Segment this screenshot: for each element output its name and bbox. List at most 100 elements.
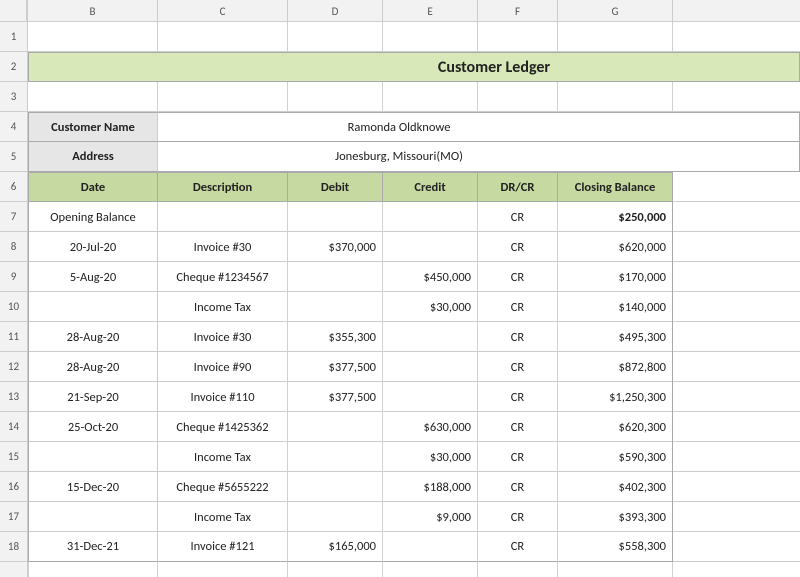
cell-11-drcr: CR bbox=[478, 322, 558, 352]
cell-e1g bbox=[558, 562, 673, 577]
cell-8-debit: $370,000 bbox=[288, 232, 383, 262]
col-headers: B C D E F G bbox=[28, 0, 800, 22]
cell-15-desc: Income Tax bbox=[158, 442, 288, 472]
cell-17-drcr: CR bbox=[478, 502, 558, 532]
cell-12-credit bbox=[383, 352, 478, 382]
row-7: Opening Balance CR $250,000 bbox=[28, 202, 800, 232]
cell-10-date bbox=[28, 292, 158, 322]
row-18: 31-Dec-21 Invoice #121 $165,000 CR $558,… bbox=[28, 532, 800, 562]
row-numbers: 1 2 3 4 5 6 7 8 9 10 11 12 13 14 15 16 1… bbox=[0, 0, 28, 577]
col-header-d: D bbox=[288, 0, 383, 22]
row-17: Income Tax $9,000 CR $393,300 bbox=[28, 502, 800, 532]
cell-2b bbox=[28, 52, 158, 82]
cell-16-credit: $188,000 bbox=[383, 472, 478, 502]
row-num-15: 15 bbox=[0, 442, 27, 472]
row-num-14: 14 bbox=[0, 412, 27, 442]
row-1 bbox=[28, 22, 800, 52]
title-cell: Customer Ledger bbox=[383, 52, 605, 82]
cell-10-credit: $30,000 bbox=[383, 292, 478, 322]
cell-12-drcr: CR bbox=[478, 352, 558, 382]
cell-9-drcr: CR bbox=[478, 262, 558, 292]
col-header-b: B bbox=[28, 0, 158, 22]
cell-18-debit: $165,000 bbox=[288, 532, 383, 562]
col-header-f: F bbox=[478, 0, 558, 22]
cell-3f bbox=[478, 82, 558, 112]
cell-e1b bbox=[28, 562, 158, 577]
header-debit: Debit bbox=[288, 172, 383, 202]
cell-3b bbox=[28, 82, 158, 112]
cell-3d bbox=[288, 82, 383, 112]
cell-18-credit bbox=[383, 532, 478, 562]
row-num-18: 18 bbox=[0, 532, 27, 562]
row-2: Customer Ledger bbox=[28, 52, 800, 82]
cell-9-debit bbox=[288, 262, 383, 292]
row-16: 15-Dec-20 Cheque #5655222 $188,000 CR $4… bbox=[28, 472, 800, 502]
row-12: 28-Aug-20 Invoice #90 $377,500 CR $872,8… bbox=[28, 352, 800, 382]
spreadsheet-main: B C D E F G Customer Ledger bbox=[28, 0, 800, 577]
cell-11-closing: $495,300 bbox=[558, 322, 673, 352]
cell-3e bbox=[383, 82, 478, 112]
cell-7-credit bbox=[383, 202, 478, 232]
cell-10-closing: $140,000 bbox=[558, 292, 673, 322]
cell-15-credit: $30,000 bbox=[383, 442, 478, 472]
cell-16-debit bbox=[288, 472, 383, 502]
row-4: Customer Name Ramonda Oldknowe bbox=[28, 112, 800, 142]
cell-4e bbox=[510, 112, 605, 142]
col-header-e: E bbox=[383, 0, 478, 22]
spreadsheet-container: 1 2 3 4 5 6 7 8 9 10 11 12 13 14 15 16 1… bbox=[0, 0, 800, 577]
corner-cell bbox=[0, 0, 27, 22]
row-num-4: 4 bbox=[0, 112, 27, 142]
cell-14-debit bbox=[288, 412, 383, 442]
cell-18-date: 31-Dec-21 bbox=[28, 532, 158, 562]
row-num-12: 12 bbox=[0, 352, 27, 382]
cell-18-drcr: CR bbox=[478, 532, 558, 562]
cell-5g bbox=[685, 142, 800, 172]
address-label: Address bbox=[28, 142, 158, 172]
cell-e1d bbox=[288, 562, 383, 577]
cell-8-closing: $620,000 bbox=[558, 232, 673, 262]
customer-name-label: Customer Name bbox=[28, 112, 158, 142]
cell-14-closing: $620,300 bbox=[558, 412, 673, 442]
row-num-16: 16 bbox=[0, 472, 27, 502]
row-13: 21-Sep-20 Invoice #110 $377,500 CR $1,25… bbox=[28, 382, 800, 412]
cell-16-desc: Cheque #5655222 bbox=[158, 472, 288, 502]
cell-15-date bbox=[28, 442, 158, 472]
col-header-c: C bbox=[158, 0, 288, 22]
cell-2c bbox=[158, 52, 288, 82]
row-num-17: 17 bbox=[0, 502, 27, 532]
cell-15-debit bbox=[288, 442, 383, 472]
cell-5c bbox=[158, 142, 288, 172]
cell-16-drcr: CR bbox=[478, 472, 558, 502]
cell-17-date bbox=[28, 502, 158, 532]
row-11: 28-Aug-20 Invoice #30 $355,300 CR $495,3… bbox=[28, 322, 800, 352]
cell-13-desc: Invoice #110 bbox=[158, 382, 288, 412]
address-value: Jonesburg, Missouri(MO) bbox=[288, 142, 510, 172]
table-body: Customer Ledger Customer Name Ramonda Ol… bbox=[28, 22, 800, 577]
row-num-11: 11 bbox=[0, 322, 27, 352]
cell-2f bbox=[605, 52, 685, 82]
cell-13-debit: $377,500 bbox=[288, 382, 383, 412]
header-date: Date bbox=[28, 172, 158, 202]
cell-7-drcr: CR bbox=[478, 202, 558, 232]
cell-e1c bbox=[158, 562, 288, 577]
cell-8-credit bbox=[383, 232, 478, 262]
row-extra-1 bbox=[28, 562, 800, 577]
cell-16-date: 15-Dec-20 bbox=[28, 472, 158, 502]
header-closing-balance: Closing Balance bbox=[558, 172, 673, 202]
cell-14-drcr: CR bbox=[478, 412, 558, 442]
cell-9-date: 5-Aug-20 bbox=[28, 262, 158, 292]
row-6: Date Description Debit Credit DR/CR Clos… bbox=[28, 172, 800, 202]
cell-2d bbox=[288, 52, 383, 82]
row-num-13: 13 bbox=[0, 382, 27, 412]
header-credit: Credit bbox=[383, 172, 478, 202]
cell-10-desc: Income Tax bbox=[158, 292, 288, 322]
cell-11-credit bbox=[383, 322, 478, 352]
cell-7-date: Opening Balance bbox=[28, 202, 158, 232]
cell-11-desc: Invoice #30 bbox=[158, 322, 288, 352]
row-num-1: 1 bbox=[0, 22, 27, 52]
cell-7-debit bbox=[288, 202, 383, 232]
cell-18-closing: $558,300 bbox=[558, 532, 673, 562]
cell-1d bbox=[288, 22, 383, 52]
cell-1b bbox=[28, 22, 158, 52]
cell-1e bbox=[383, 22, 478, 52]
